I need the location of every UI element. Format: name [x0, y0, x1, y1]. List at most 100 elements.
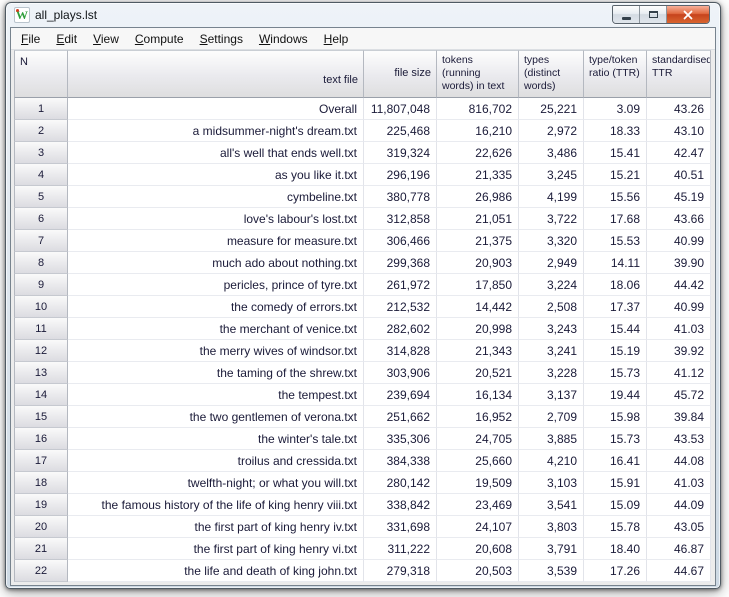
cell-file_size[interactable]: 380,778	[364, 186, 437, 208]
cell-tokens[interactable]: 19,509	[437, 472, 519, 494]
cell-file_size[interactable]: 296,196	[364, 164, 437, 186]
cell-tokens[interactable]: 20,998	[437, 318, 519, 340]
row-number[interactable]: 6	[14, 208, 68, 230]
cell-ttr[interactable]: 18.06	[584, 274, 647, 296]
cell-file_size[interactable]: 212,532	[364, 296, 437, 318]
cell-file_size[interactable]: 331,698	[364, 516, 437, 538]
cell-types[interactable]: 2,949	[519, 252, 584, 274]
cell-sttr[interactable]: 40.51	[647, 164, 711, 186]
row-number[interactable]: 7	[14, 230, 68, 252]
cell-types[interactable]: 3,885	[519, 428, 584, 450]
cell-types[interactable]: 3,137	[519, 384, 584, 406]
row-number[interactable]: 12	[14, 340, 68, 362]
cell-file_size[interactable]: 11,807,048	[364, 98, 437, 120]
cell-sttr[interactable]: 44.09	[647, 494, 711, 516]
column-header-n[interactable]: N	[14, 50, 68, 98]
row-number[interactable]: 10	[14, 296, 68, 318]
cell-sttr[interactable]: 43.05	[647, 516, 711, 538]
row-number[interactable]: 17	[14, 450, 68, 472]
maximize-button[interactable]	[640, 6, 667, 23]
cell-file_size[interactable]: 384,338	[364, 450, 437, 472]
row-number[interactable]: 5	[14, 186, 68, 208]
cell-sttr[interactable]: 44.08	[647, 450, 711, 472]
cell-ttr[interactable]: 15.98	[584, 406, 647, 428]
cell-text_file[interactable]: troilus and cressida.txt	[68, 450, 364, 472]
row-number[interactable]: 19	[14, 494, 68, 516]
row-number[interactable]: 4	[14, 164, 68, 186]
cell-tokens[interactable]: 25,660	[437, 450, 519, 472]
cell-sttr[interactable]: 41.03	[647, 472, 711, 494]
cell-sttr[interactable]: 44.67	[647, 560, 711, 582]
cell-text_file[interactable]: much ado about nothing.txt	[68, 252, 364, 274]
cell-tokens[interactable]: 21,051	[437, 208, 519, 230]
row-number[interactable]: 3	[14, 142, 68, 164]
menu-windows[interactable]: Windows	[251, 30, 316, 48]
cell-ttr[interactable]: 15.73	[584, 428, 647, 450]
row-number[interactable]: 22	[14, 560, 68, 582]
cell-text_file[interactable]: pericles, prince of tyre.txt	[68, 274, 364, 296]
cell-tokens[interactable]: 22,626	[437, 142, 519, 164]
cell-ttr[interactable]: 14.11	[584, 252, 647, 274]
cell-text_file[interactable]: the life and death of king john.txt	[68, 560, 364, 582]
menu-edit[interactable]: Edit	[48, 30, 85, 48]
cell-file_size[interactable]: 311,222	[364, 538, 437, 560]
cell-ttr[interactable]: 18.33	[584, 120, 647, 142]
cell-file_size[interactable]: 312,858	[364, 208, 437, 230]
cell-text_file[interactable]: the tempest.txt	[68, 384, 364, 406]
menu-compute[interactable]: Compute	[127, 30, 192, 48]
cell-file_size[interactable]: 338,842	[364, 494, 437, 516]
column-header-file_size[interactable]: file size	[364, 50, 437, 98]
minimize-button[interactable]	[613, 6, 640, 23]
cell-file_size[interactable]: 261,972	[364, 274, 437, 296]
cell-sttr[interactable]: 42.47	[647, 142, 711, 164]
column-header-sttr[interactable]: standardised TTR	[647, 50, 711, 98]
cell-text_file[interactable]: the first part of king henry vi.txt	[68, 538, 364, 560]
cell-file_size[interactable]: 251,662	[364, 406, 437, 428]
cell-types[interactable]: 3,224	[519, 274, 584, 296]
cell-tokens[interactable]: 21,343	[437, 340, 519, 362]
cell-tokens[interactable]: 21,335	[437, 164, 519, 186]
cell-text_file[interactable]: as you like it.txt	[68, 164, 364, 186]
cell-types[interactable]: 3,241	[519, 340, 584, 362]
cell-file_size[interactable]: 282,602	[364, 318, 437, 340]
cell-tokens[interactable]: 26,986	[437, 186, 519, 208]
cell-types[interactable]: 3,243	[519, 318, 584, 340]
cell-sttr[interactable]: 39.92	[647, 340, 711, 362]
cell-ttr[interactable]: 15.56	[584, 186, 647, 208]
cell-file_size[interactable]: 239,694	[364, 384, 437, 406]
cell-sttr[interactable]: 43.26	[647, 98, 711, 120]
row-number[interactable]: 21	[14, 538, 68, 560]
cell-sttr[interactable]: 39.90	[647, 252, 711, 274]
cell-tokens[interactable]: 816,702	[437, 98, 519, 120]
cell-sttr[interactable]: 45.72	[647, 384, 711, 406]
cell-text_file[interactable]: the first part of king henry iv.txt	[68, 516, 364, 538]
cell-text_file[interactable]: cymbeline.txt	[68, 186, 364, 208]
cell-sttr[interactable]: 43.53	[647, 428, 711, 450]
cell-types[interactable]: 3,539	[519, 560, 584, 582]
cell-types[interactable]: 2,508	[519, 296, 584, 318]
cell-file_size[interactable]: 314,828	[364, 340, 437, 362]
cell-ttr[interactable]: 17.68	[584, 208, 647, 230]
cell-file_size[interactable]: 335,306	[364, 428, 437, 450]
row-number[interactable]: 8	[14, 252, 68, 274]
cell-sttr[interactable]: 41.12	[647, 362, 711, 384]
cell-sttr[interactable]: 46.87	[647, 538, 711, 560]
cell-text_file[interactable]: the winter's tale.txt	[68, 428, 364, 450]
cell-sttr[interactable]: 44.42	[647, 274, 711, 296]
cell-ttr[interactable]: 15.78	[584, 516, 647, 538]
column-header-text_file[interactable]: text file	[68, 50, 364, 98]
cell-file_size[interactable]: 299,368	[364, 252, 437, 274]
cell-file_size[interactable]: 306,466	[364, 230, 437, 252]
column-header-tokens[interactable]: tokens (running words) in text	[437, 50, 519, 98]
cell-types[interactable]: 2,972	[519, 120, 584, 142]
menu-help[interactable]: Help	[316, 30, 357, 48]
cell-ttr[interactable]: 15.73	[584, 362, 647, 384]
row-number[interactable]: 20	[14, 516, 68, 538]
cell-text_file[interactable]: the comedy of errors.txt	[68, 296, 364, 318]
cell-sttr[interactable]: 40.99	[647, 296, 711, 318]
cell-ttr[interactable]: 3.09	[584, 98, 647, 120]
cell-ttr[interactable]: 15.44	[584, 318, 647, 340]
cell-tokens[interactable]: 20,903	[437, 252, 519, 274]
cell-sttr[interactable]: 43.10	[647, 120, 711, 142]
cell-text_file[interactable]: the merchant of venice.txt	[68, 318, 364, 340]
